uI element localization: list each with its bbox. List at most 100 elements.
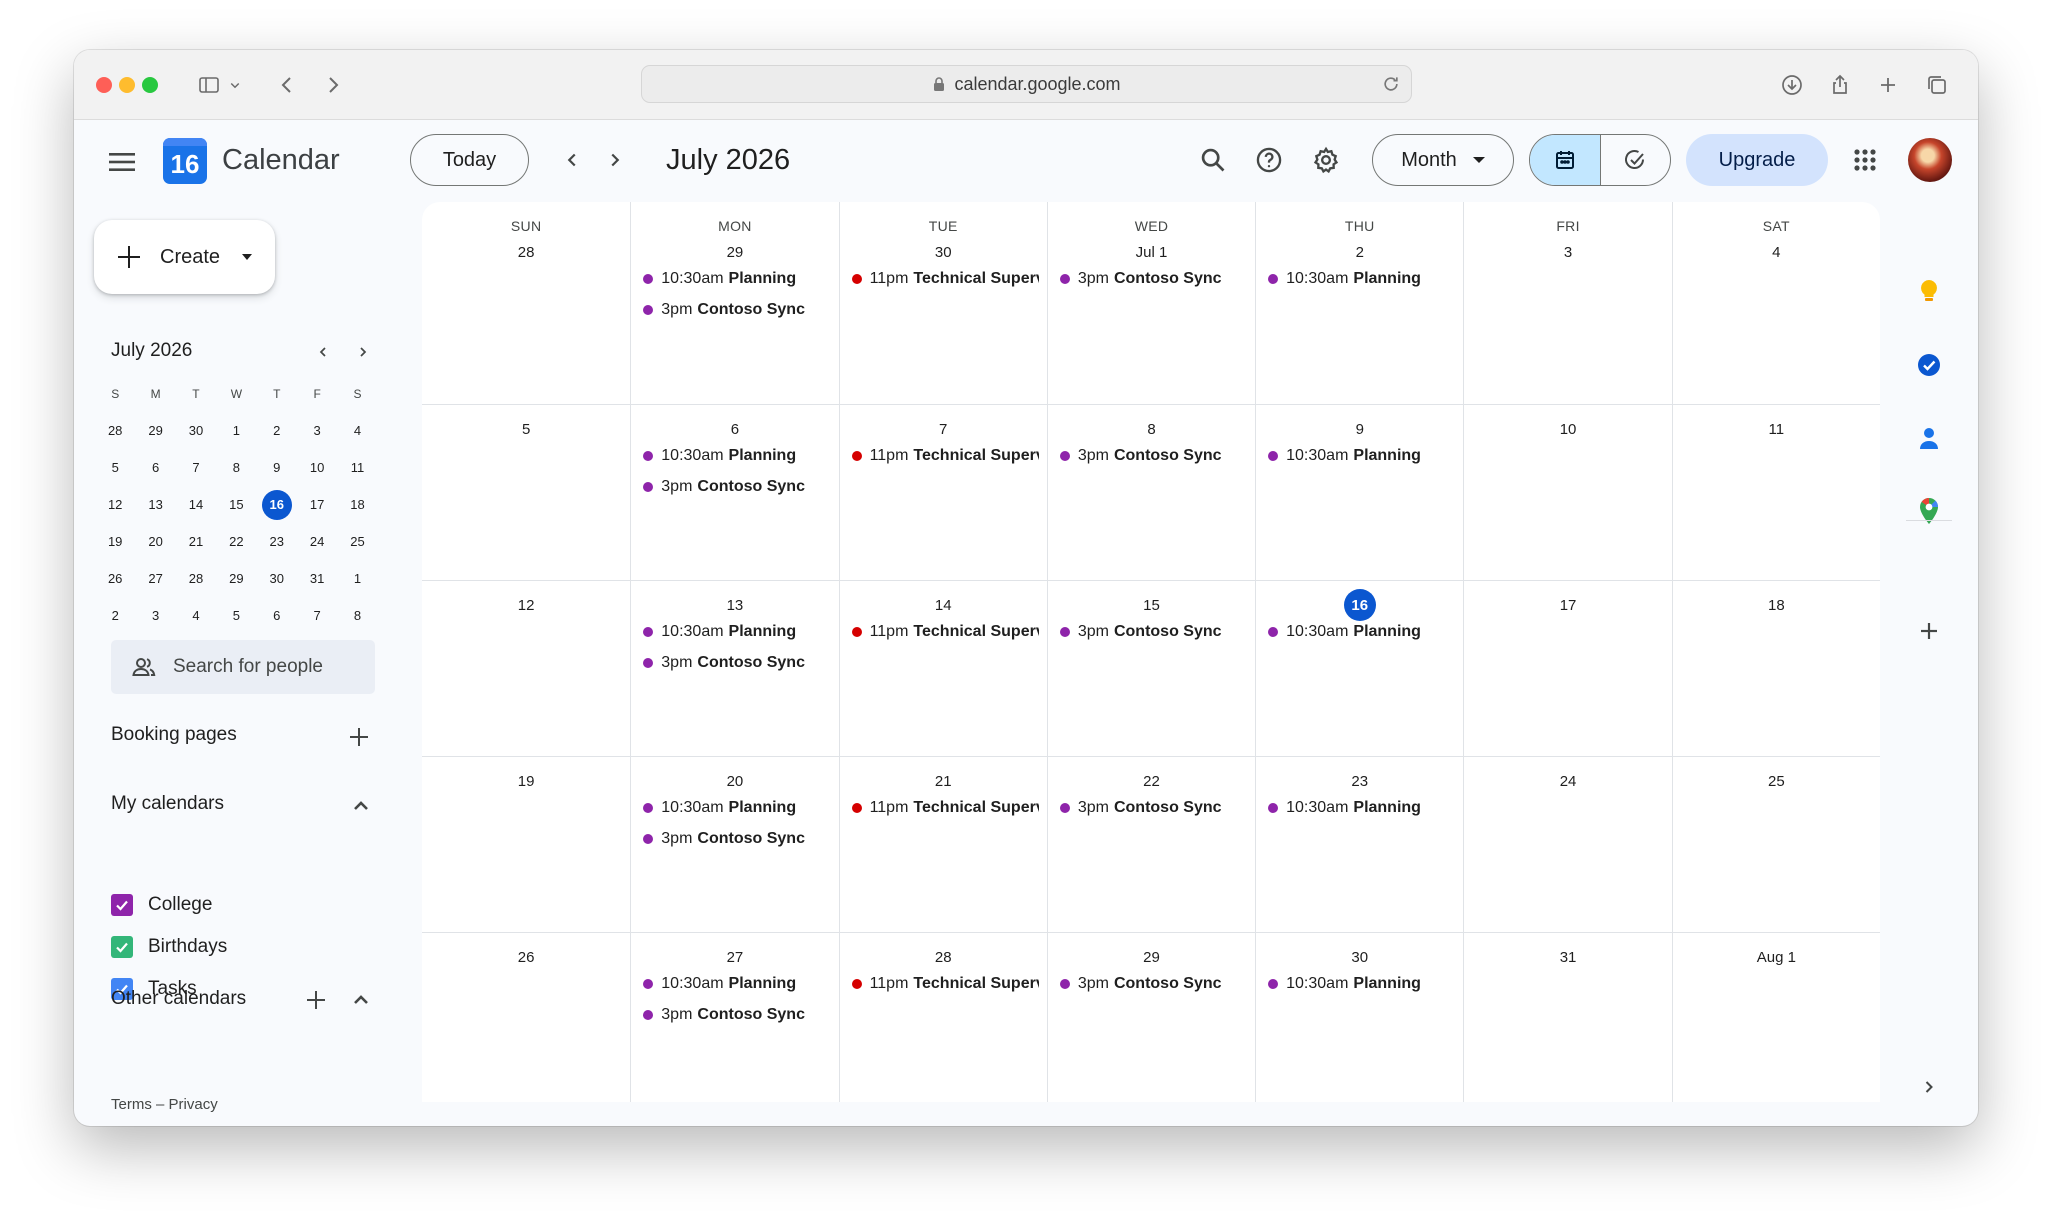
mini-day[interactable]: 4 <box>176 597 216 634</box>
calendar-checkbox[interactable] <box>111 894 133 916</box>
mini-day[interactable]: 22 <box>216 523 256 560</box>
day-cell[interactable]: 5 <box>422 405 630 580</box>
day-cell[interactable]: 15 3pm Contoso Sync <box>1046 581 1255 756</box>
day-number[interactable]: 31 <box>1553 942 1583 972</box>
mini-day[interactable]: 8 <box>216 449 256 486</box>
event-chip[interactable]: 11pm Technical Superv <box>851 619 1039 645</box>
mini-day[interactable]: 7 <box>297 597 337 634</box>
day-number[interactable]: 28 <box>511 237 541 267</box>
event-chip[interactable]: 11pm Technical Superv <box>851 795 1039 821</box>
chevron-up-icon[interactable] <box>348 987 374 1013</box>
day-cell[interactable]: 8 3pm Contoso Sync <box>1046 405 1255 580</box>
get-addons-icon[interactable] <box>1914 616 1944 646</box>
mini-day[interactable]: 17 <box>297 486 337 523</box>
day-cell[interactable]: 9 10:30am Planning <box>1255 405 1463 580</box>
privacy-link[interactable]: Privacy <box>169 1096 218 1113</box>
mini-day[interactable]: 18 <box>337 486 377 523</box>
day-cell[interactable]: MON 29 10:30am Planning 3pm Contoso Sync <box>630 202 838 404</box>
event-chip[interactable]: 10:30am Planning <box>1268 619 1455 645</box>
day-number[interactable]: 13 <box>720 590 750 620</box>
day-cell[interactable]: 21 11pm Technical Superv <box>838 757 1047 932</box>
day-number[interactable]: 7 <box>928 414 958 444</box>
day-cell[interactable]: 7 11pm Technical Superv <box>838 405 1047 580</box>
search-icon[interactable] <box>1193 140 1233 180</box>
share-icon[interactable] <box>1825 70 1855 100</box>
day-number[interactable]: 24 <box>1553 766 1583 796</box>
day-cell[interactable]: 28 11pm Technical Superv <box>838 933 1047 1102</box>
day-number[interactable]: 5 <box>511 414 541 444</box>
today-button[interactable]: Today <box>410 134 529 186</box>
view-selector[interactable]: Month <box>1372 134 1514 186</box>
mini-day[interactable]: 3 <box>135 597 175 634</box>
tab-overview-icon[interactable] <box>1922 70 1952 100</box>
mini-day[interactable]: 1 <box>337 560 377 597</box>
day-number[interactable]: 23 <box>1345 766 1375 796</box>
event-chip[interactable]: 3pm Contoso Sync <box>1059 971 1247 997</box>
day-cell[interactable]: 25 <box>1671 757 1880 932</box>
mini-day[interactable]: 29 <box>216 560 256 597</box>
day-number[interactable]: 2 <box>1345 237 1375 267</box>
day-number[interactable]: 29 <box>720 237 750 267</box>
day-cell[interactable]: 12 <box>422 581 630 756</box>
day-cell[interactable]: 16 10:30am Planning <box>1255 581 1463 756</box>
day-number[interactable]: 30 <box>928 237 958 267</box>
day-cell[interactable]: 31 <box>1463 933 1671 1102</box>
mini-day[interactable]: 10 <box>297 449 337 486</box>
day-number[interactable]: 10 <box>1553 414 1583 444</box>
day-number[interactable]: 12 <box>511 590 541 620</box>
mini-day[interactable]: 24 <box>297 523 337 560</box>
mini-day[interactable]: 20 <box>135 523 175 560</box>
day-cell[interactable]: 10 <box>1463 405 1671 580</box>
event-chip[interactable]: 3pm Contoso Sync <box>1059 795 1247 821</box>
create-button[interactable]: Create <box>94 220 275 294</box>
day-number[interactable]: 27 <box>720 942 750 972</box>
mini-day[interactable]: 26 <box>95 560 135 597</box>
day-number[interactable]: 3 <box>1553 237 1583 267</box>
event-chip[interactable]: 11pm Technical Superv <box>851 971 1039 997</box>
day-cell[interactable]: 26 <box>422 933 630 1102</box>
my-calendars-label[interactable]: My calendars <box>111 793 224 815</box>
next-month-button[interactable] <box>597 142 633 178</box>
event-chip[interactable]: 10:30am Planning <box>1268 266 1455 292</box>
event-chip[interactable]: 10:30am Planning <box>1268 795 1455 821</box>
calendar-item-college[interactable]: College <box>111 890 212 920</box>
help-icon[interactable] <box>1249 140 1289 180</box>
event-chip[interactable]: 3pm Contoso Sync <box>643 650 830 676</box>
mini-day[interactable]: 25 <box>337 523 377 560</box>
add-booking-page-button[interactable] <box>346 724 372 750</box>
mini-day[interactable]: 7 <box>176 449 216 486</box>
gear-icon[interactable] <box>1306 140 1346 180</box>
calendar-item-birthdays[interactable]: Birthdays <box>111 932 227 962</box>
mini-day[interactable]: 6 <box>257 597 297 634</box>
day-number[interactable]: 20 <box>720 766 750 796</box>
day-number[interactable]: 11 <box>1761 414 1791 444</box>
event-chip[interactable]: 3pm Contoso Sync <box>1059 266 1247 292</box>
tasks-view-button[interactable] <box>1601 135 1671 185</box>
day-number[interactable]: 17 <box>1553 590 1583 620</box>
day-cell[interactable]: THU 2 10:30am Planning <box>1255 202 1463 404</box>
apps-grid-icon[interactable] <box>1847 142 1883 178</box>
mini-day[interactable]: 19 <box>95 523 135 560</box>
calendar-view-button[interactable] <box>1530 135 1600 185</box>
day-number[interactable]: 26 <box>511 942 541 972</box>
day-number[interactable]: 21 <box>928 766 958 796</box>
mini-prev-month-button[interactable] <box>311 340 335 364</box>
day-cell[interactable]: 18 <box>1671 581 1880 756</box>
maps-icon[interactable] <box>1914 496 1944 526</box>
mini-day[interactable]: 4 <box>337 412 377 449</box>
tasks-icon[interactable] <box>1914 350 1944 380</box>
mini-day[interactable]: 13 <box>135 486 175 523</box>
event-chip[interactable]: 10:30am Planning <box>643 443 830 469</box>
event-chip[interactable]: 10:30am Planning <box>643 619 830 645</box>
previous-month-button[interactable] <box>554 142 590 178</box>
new-tab-icon[interactable] <box>1873 70 1903 100</box>
mini-day[interactable]: 12 <box>95 486 135 523</box>
mini-day[interactable]: 6 <box>135 449 175 486</box>
zoom-window-button[interactable] <box>142 77 158 93</box>
contacts-icon[interactable] <box>1914 423 1944 453</box>
mini-day[interactable]: 21 <box>176 523 216 560</box>
day-cell[interactable]: WED Jul 1 3pm Contoso Sync <box>1046 202 1255 404</box>
mini-day[interactable]: 3 <box>297 412 337 449</box>
keep-icon[interactable] <box>1914 276 1944 306</box>
mini-day[interactable]: 31 <box>297 560 337 597</box>
